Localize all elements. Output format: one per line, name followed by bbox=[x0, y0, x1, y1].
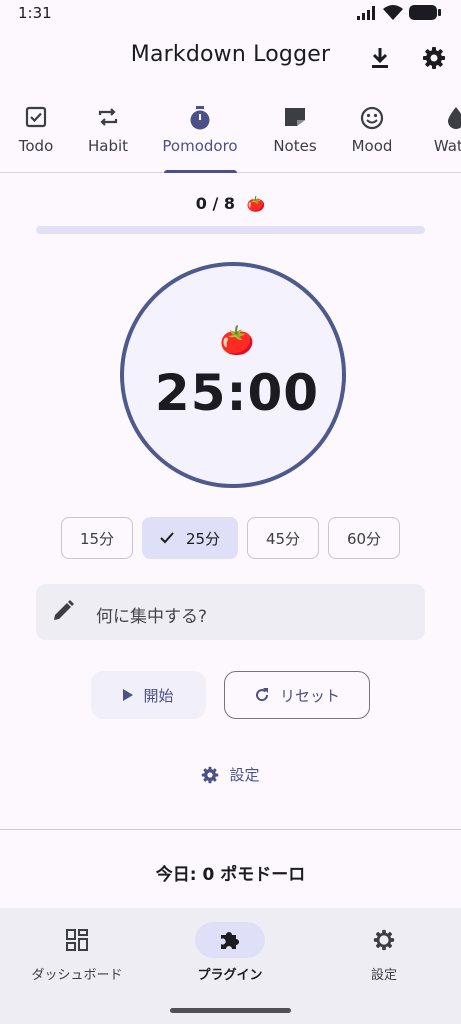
duration-chip-60[interactable]: 60分 bbox=[328, 517, 400, 559]
tab-label: Habit bbox=[87, 137, 129, 155]
bottom-navigation: ダッシュボード プラグイン 設定 bbox=[0, 908, 461, 1024]
start-button[interactable]: 開始 bbox=[91, 671, 206, 719]
gear-icon bbox=[423, 47, 445, 69]
tomato-icon: 🍅 bbox=[246, 195, 266, 213]
pomodoro-progress-bar bbox=[36, 226, 425, 234]
timer-settings-button[interactable]: 設定 bbox=[0, 764, 461, 785]
tab-label: Notes bbox=[273, 137, 317, 155]
tab-label: Water bbox=[433, 137, 461, 155]
smiley-icon bbox=[360, 106, 384, 130]
settings-label: 設定 bbox=[229, 766, 260, 784]
nav-dashboard[interactable]: ダッシュボード bbox=[2, 908, 152, 983]
refresh-icon bbox=[256, 688, 268, 702]
reset-button[interactable]: リセット bbox=[224, 671, 370, 719]
tab-mood[interactable]: Mood bbox=[344, 96, 400, 172]
divider bbox=[0, 829, 461, 830]
repeat-icon bbox=[98, 108, 118, 126]
pencil-icon bbox=[54, 600, 74, 620]
tab-label: Mood bbox=[351, 137, 393, 155]
wifi-icon bbox=[383, 5, 403, 20]
status-icons bbox=[357, 5, 441, 20]
puzzle-icon bbox=[221, 932, 239, 949]
nav-label: プラグイン bbox=[197, 968, 263, 983]
gear-icon bbox=[202, 766, 219, 783]
reset-label: リセット bbox=[279, 686, 340, 705]
battery-icon bbox=[409, 5, 441, 20]
note-icon bbox=[285, 108, 305, 126]
checkbox-icon bbox=[25, 106, 47, 128]
pomodoro-counter: 0 / 8 🍅 bbox=[195, 194, 266, 213]
start-label: 開始 bbox=[143, 686, 174, 705]
water-drop-icon bbox=[448, 107, 461, 129]
chip-label: 60分 bbox=[346, 529, 382, 548]
tab-todo[interactable]: Todo bbox=[8, 96, 64, 172]
tab-notes[interactable]: Notes bbox=[266, 96, 324, 172]
focus-placeholder: 何に集中する? bbox=[96, 607, 208, 627]
duration-chip-15[interactable]: 15分 bbox=[61, 517, 133, 559]
duration-chip-25[interactable]: 25分 bbox=[142, 517, 238, 559]
nav-settings[interactable]: 設定 bbox=[309, 908, 459, 983]
duration-chip-45[interactable]: 45分 bbox=[247, 517, 319, 559]
today-summary: 今日: 0 ポモドーロ bbox=[155, 865, 306, 885]
nav-label: ダッシュボード bbox=[31, 968, 123, 983]
chip-label: 25分 bbox=[185, 529, 221, 548]
chip-label: 45分 bbox=[265, 529, 301, 548]
tab-indicator bbox=[164, 170, 237, 173]
tab-label: Todo bbox=[18, 137, 54, 155]
status-time: 1:31 bbox=[18, 4, 52, 22]
timer-display: 25:00 bbox=[154, 364, 320, 422]
home-indicator[interactable] bbox=[170, 1008, 291, 1013]
tab-habit[interactable]: Habit bbox=[80, 96, 136, 172]
dashboard-icon bbox=[66, 929, 88, 951]
tab-water[interactable]: Water bbox=[428, 96, 461, 172]
download-icon bbox=[372, 48, 388, 68]
tab-pomodoro[interactable]: Pomodoro bbox=[160, 96, 240, 172]
check-icon bbox=[160, 532, 174, 544]
tomato-icon: 🍅 bbox=[219, 324, 255, 357]
settings-button[interactable] bbox=[416, 40, 452, 76]
download-button[interactable] bbox=[362, 40, 398, 76]
focus-input[interactable]: 何に集中する? bbox=[36, 584, 425, 640]
stopwatch-icon bbox=[190, 106, 210, 130]
nav-label: 設定 bbox=[370, 968, 397, 983]
tab-bar: Todo Habit Pomodoro Notes Mood Wat bbox=[0, 96, 461, 173]
play-icon bbox=[123, 689, 134, 701]
status-bar: 1:31 bbox=[0, 0, 461, 28]
tab-label: Pomodoro bbox=[162, 137, 238, 155]
nav-plugins[interactable]: プラグイン bbox=[155, 908, 305, 983]
timer-circle: 🍅 25:00 bbox=[120, 262, 346, 488]
gear-icon bbox=[373, 929, 395, 951]
chip-label: 15分 bbox=[79, 529, 115, 548]
signal-icon bbox=[357, 5, 375, 20]
